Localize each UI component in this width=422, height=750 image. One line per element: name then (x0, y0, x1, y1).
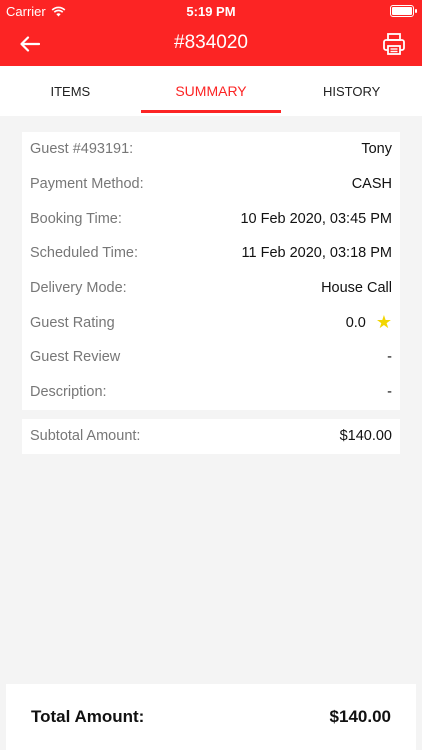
tab-history[interactable]: HISTORY (281, 66, 422, 116)
description-value: - (387, 384, 392, 401)
delivery-mode-value: House Call (321, 280, 392, 297)
guest-rating-label: Guest Rating (30, 314, 115, 331)
detail-row-description: Description: - (30, 375, 392, 410)
scheduled-time-value: 11 Feb 2020, 03:18 PM (241, 245, 392, 262)
total-value: $140.00 (329, 707, 391, 726)
detail-row-scheduled-time: Scheduled Time: 11 Feb 2020, 03:18 PM (30, 236, 392, 271)
printer-icon (383, 33, 405, 55)
detail-row-guest-rating: Guest Rating 0.0 ★ (30, 305, 392, 340)
detail-row-payment: Payment Method: CASH (30, 167, 392, 202)
guest-rating-value: 0.0 (345, 314, 366, 331)
subtotal-value: $140.00 (339, 428, 392, 445)
total-label: Total Amount: (31, 707, 145, 726)
payment-method-label: Payment Method: (30, 176, 144, 193)
description-label: Description: (30, 384, 107, 401)
subtotal-row: Subtotal Amount: $140.00 (30, 419, 392, 454)
status-time: 5:19 PM (186, 4, 236, 19)
guest-rating-value-group: 0.0 ★ (346, 312, 392, 333)
page-title: #834020 (174, 32, 248, 53)
tab-summary[interactable]: SUMMARY (140, 66, 282, 116)
booking-time-value: 10 Feb 2020, 03:45 PM (240, 210, 392, 227)
guest-review-label: Guest Review (30, 349, 121, 366)
guest-review-value: - (387, 349, 392, 366)
subtotal-card: Subtotal Amount: $140.00 (22, 419, 400, 454)
scheduled-time-label: Scheduled Time: (30, 245, 139, 262)
total-bar: Total Amount: $140.00 (6, 684, 416, 750)
battery-icon (390, 5, 417, 17)
subtotal-label: Subtotal Amount: (30, 428, 141, 445)
print-button[interactable] (378, 28, 410, 60)
payment-method-value: CASH (351, 176, 392, 193)
booking-time-label: Booking Time: (30, 210, 122, 227)
star-icon: ★ (375, 312, 392, 333)
tab-bar: ITEMS SUMMARY HISTORY (0, 66, 422, 116)
details-card: Guest #493191: Tony Payment Method: CASH… (22, 132, 400, 410)
tab-items[interactable]: ITEMS (0, 66, 141, 116)
guest-label: Guest #493191: (30, 141, 134, 158)
detail-row-guest-review: Guest Review - (30, 340, 392, 375)
delivery-mode-label: Delivery Mode: (30, 280, 127, 297)
detail-row-delivery-mode: Delivery Mode: House Call (30, 271, 392, 306)
detail-row-guest: Guest #493191: Tony (30, 132, 392, 167)
guest-value: Tony (361, 141, 392, 158)
app-header: Carrier 5:19 PM #834020 (0, 0, 422, 66)
status-bar: Carrier 5:19 PM (0, 0, 422, 22)
nav-bar: #834020 (0, 22, 422, 66)
detail-row-booking-time: Booking Time: 10 Feb 2020, 03:45 PM (30, 201, 392, 236)
